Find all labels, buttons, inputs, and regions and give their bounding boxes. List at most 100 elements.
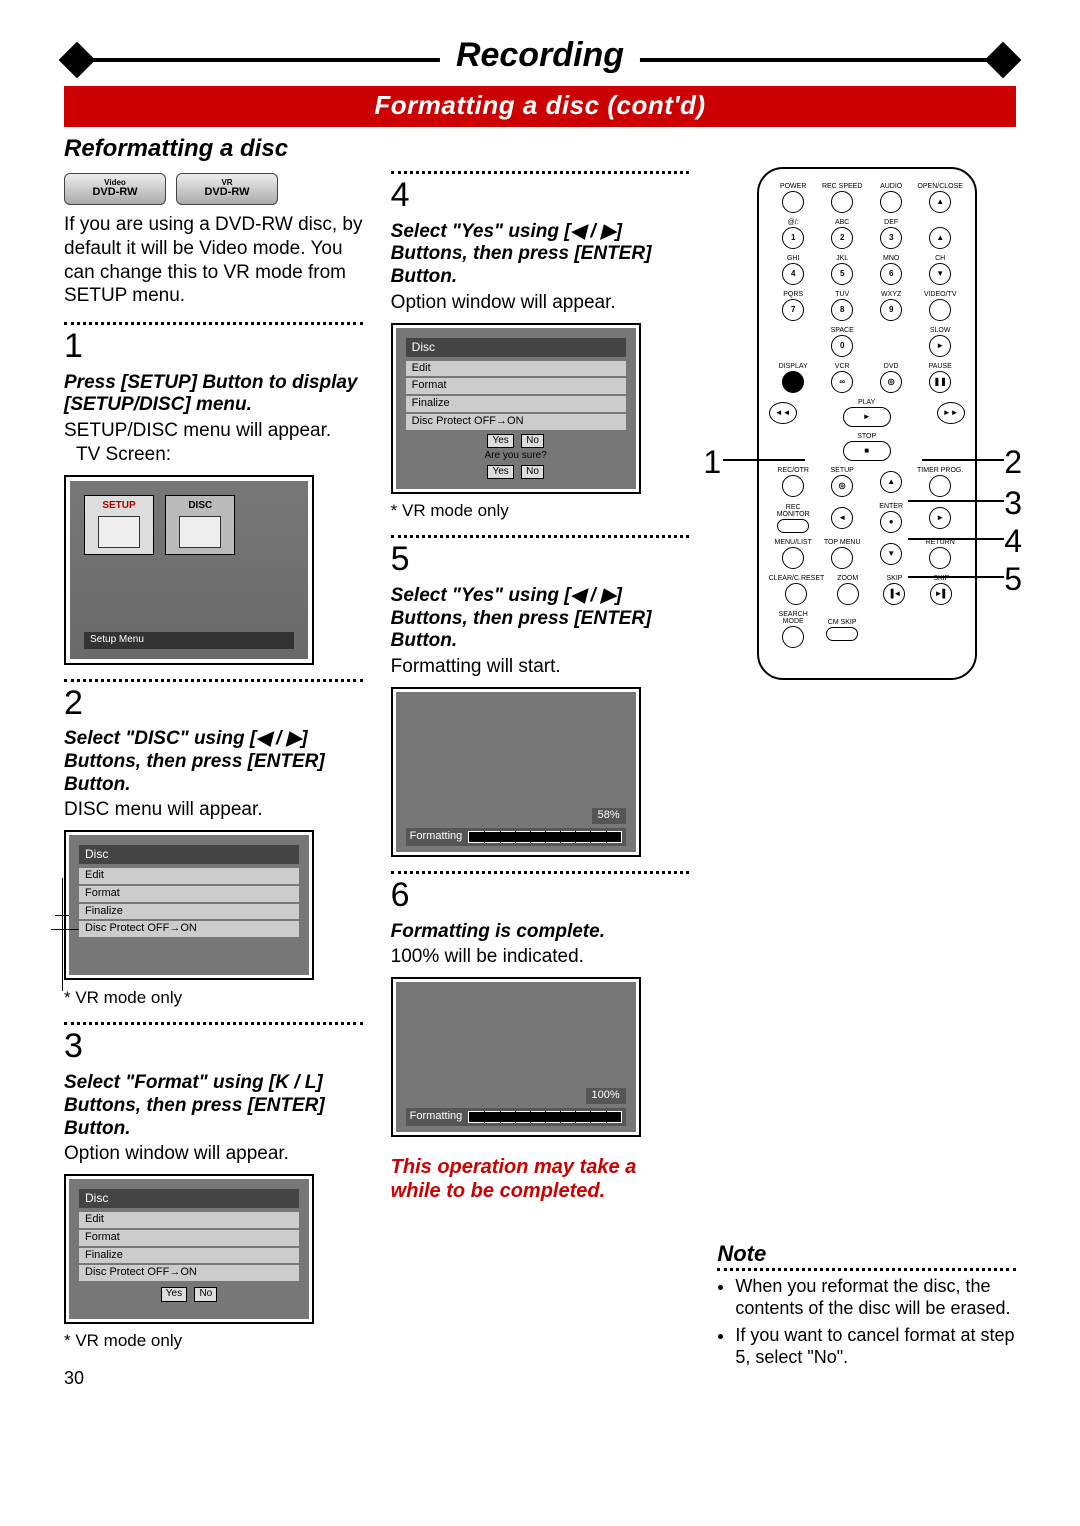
down-button[interactable]: ▼ [880,543,902,565]
option-yes: Yes [487,434,513,449]
play-button[interactable]: ► [843,407,891,427]
tv-screen-setup: SETUP DISC Setup Menu [64,475,314,665]
menu-item-format: Format [79,886,299,902]
tv-screen-label: TV Screen: [64,443,363,467]
num-4[interactable]: 4 [782,263,804,285]
step-6-number: 6 [391,874,690,917]
pause-button[interactable]: ❚❚ [929,371,951,393]
option-no: No [521,434,544,449]
progress-pct-58: 58% [592,808,626,824]
disc-menu-screen-3: Disc Edit Format Finalize Disc Protect O… [64,1174,314,1324]
display-button[interactable] [782,371,804,393]
num-1[interactable]: 1 [782,227,804,249]
right-button[interactable]: ► [929,507,951,529]
note-title: Note [717,1240,1016,1271]
up-button[interactable]: ▲ [880,471,902,493]
step-4-sub: Option window will appear. [391,291,690,315]
callout-4: 4 [1004,521,1022,561]
ch-down-button[interactable]: ▼ [929,263,951,285]
rec-button[interactable] [782,475,804,497]
skip-next-button[interactable]: ►▌ [930,583,952,605]
warning-text: This operation may take a while to be co… [391,1155,690,1203]
setup-button[interactable]: ◎ [831,475,853,497]
rec-speed-button[interactable] [831,191,853,213]
page-number: 30 [64,1368,84,1389]
open-close-button[interactable]: ▲ [929,191,951,213]
progress-bar [468,831,621,843]
menu-item-edit: Edit [79,868,299,884]
progress-pct-100: 100% [586,1088,626,1104]
cm-skip-button[interactable] [826,627,858,641]
step-2-instr: Select "DISC" using [◀ / ▶] Buttons, the… [64,728,363,796]
num-2[interactable]: 2 [831,227,853,249]
tab-disc: DISC [165,495,235,555]
callout-5: 5 [1004,559,1022,599]
enter-button[interactable]: ● [880,511,902,533]
callout-5-line [908,576,1004,578]
diamond-right-icon [985,42,1022,79]
tab-setup: SETUP [84,495,154,555]
progress-label: Formatting [410,830,463,844]
confirm-text: Are you sure? [406,450,626,463]
menu-list-button[interactable] [782,547,804,569]
ch-up-button[interactable]: ▲ [929,227,951,249]
return-button[interactable] [929,547,951,569]
step-3-footnote: * VR mode only [64,1330,363,1351]
step-1-number: 1 [64,325,363,368]
intro-text: If you are using a DVD-RW disc, by defau… [64,213,363,308]
step-2-number: 2 [64,682,363,725]
disc-menu-screen-2: Disc Edit Format Finalize Disc Protect O… [64,830,314,980]
step-3-instr: Select "Format" using [K / L] Buttons, t… [64,1072,363,1140]
callout-3-line [908,500,1004,502]
timer-button[interactable] [929,475,951,497]
section-title: Recording [440,36,640,75]
rew-button[interactable]: ◄◄ [769,402,797,424]
note-box: Note When you reformat the disc, the con… [717,1240,1016,1369]
search-mode-button[interactable] [782,626,804,648]
disc-menu-screen-4: Disc Edit Format Finalize Disc Protect O… [391,323,641,495]
disc-menu-title: Disc [79,845,299,864]
step-6-sub: 100% will be indicated. [391,945,690,969]
dvd-button[interactable]: ◎ [880,371,902,393]
callout-3: 3 [1004,483,1022,523]
num-3[interactable]: 3 [880,227,902,249]
clear-button[interactable] [785,583,807,605]
badge-dvd-rw-vr: VR DVD-RW [176,173,278,205]
num-7[interactable]: 7 [782,299,804,321]
skip-prev-button[interactable]: ▐◄ [883,583,905,605]
ff-button[interactable]: ►► [937,402,965,424]
callout-2-line [922,459,1004,461]
num-6[interactable]: 6 [880,263,902,285]
step-5-number: 5 [391,538,690,581]
num-0[interactable]: 0 [831,335,853,357]
option-no: No [194,1287,217,1302]
step-5-sub: Formatting will start. [391,655,690,679]
note-item-1: When you reformat the disc, the contents… [735,1275,1016,1320]
step-1-sub: SETUP/DISC menu will appear. [64,419,363,443]
zoom-button[interactable] [837,583,859,605]
formatting-screen-100: 100% Formatting [391,977,641,1137]
left-button[interactable]: ◄ [831,507,853,529]
num-8[interactable]: 8 [831,299,853,321]
setup-menu-label: Setup Menu [84,632,294,649]
top-menu-button[interactable] [831,547,853,569]
stop-button[interactable]: ■ [843,441,891,461]
subhead: Reformatting a disc [64,135,1016,163]
callout-4-line [908,538,1004,540]
step-4-footnote: * VR mode only [391,500,690,521]
vcr-button[interactable]: ∞ [831,371,853,393]
step-4-number: 4 [391,174,690,217]
power-button[interactable] [782,191,804,213]
step-1-instr: Press [SETUP] Button to display [SETUP/D… [64,372,363,418]
redband-title: Formatting a disc (cont'd) [64,86,1016,127]
callout-1-line [723,459,805,461]
audio-button[interactable] [880,191,902,213]
num-9[interactable]: 9 [880,299,902,321]
progress-bar [468,1111,621,1123]
rec-monitor-button[interactable] [777,519,809,533]
video-tv-button[interactable] [929,299,951,321]
setup-icon [98,516,140,548]
num-5[interactable]: 5 [831,263,853,285]
step-2-sub: DISC menu will appear. [64,798,363,822]
slow-button[interactable]: ► [929,335,951,357]
